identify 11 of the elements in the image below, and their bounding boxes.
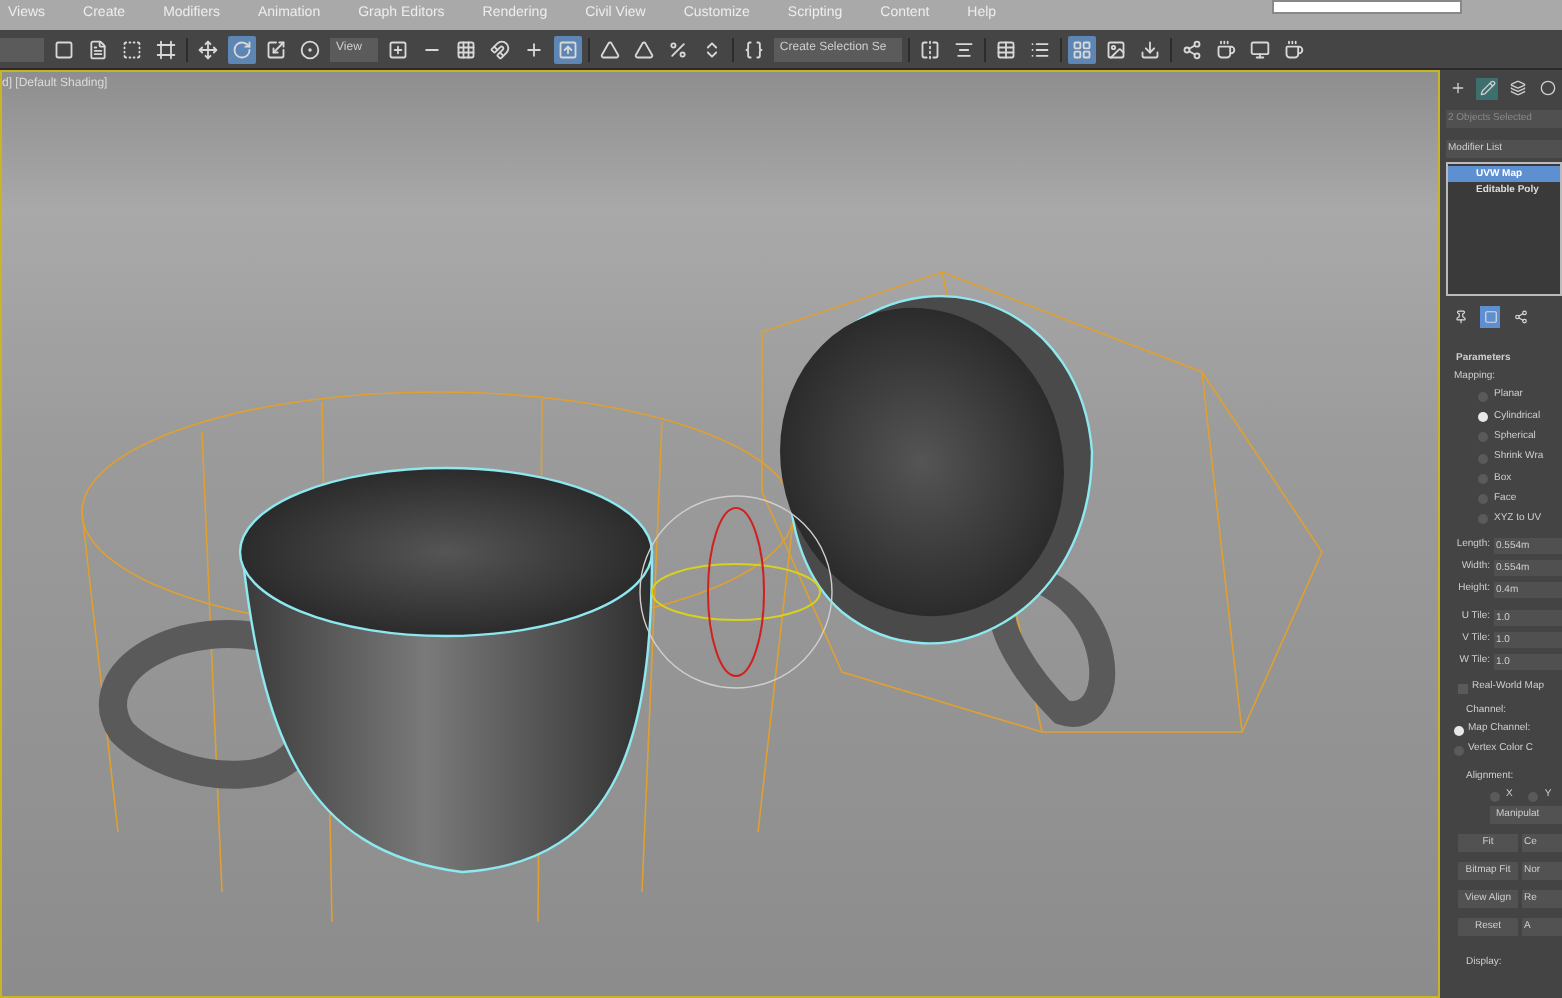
rotate-icon[interactable]: [228, 35, 256, 63]
magnet-icon[interactable]: [485, 35, 514, 63]
modify-icon[interactable]: [1476, 77, 1498, 99]
radio-button[interactable]: [1478, 411, 1488, 422]
list-icon[interactable]: [84, 35, 112, 63]
radio-button[interactable]: [1454, 725, 1464, 736]
arrow-icon[interactable]: [553, 35, 582, 63]
pin-icon[interactable]: [1450, 305, 1470, 327]
search-field[interactable]: [1272, 0, 1462, 14]
layout-icon[interactable]: [1068, 35, 1097, 63]
move-icon[interactable]: [194, 35, 222, 63]
